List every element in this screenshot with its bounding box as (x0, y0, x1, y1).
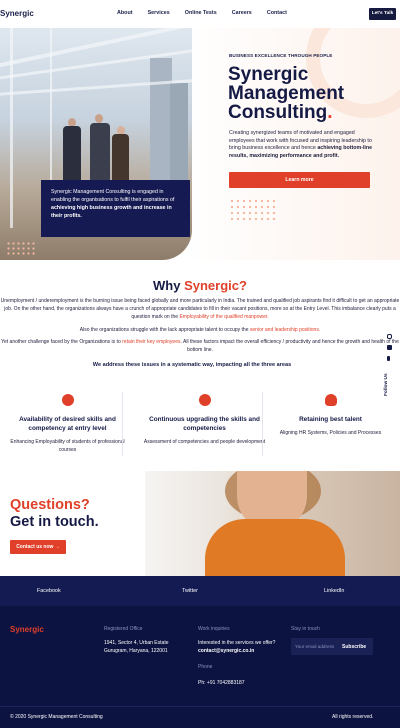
email-input[interactable]: Your email address (295, 644, 334, 649)
instagram-icon[interactable] (387, 334, 392, 339)
address-statement: We address these issues in a systematic … (92, 362, 292, 368)
contact-us-label: Contact us now (16, 544, 54, 550)
work-heading: Work inquiries (198, 626, 230, 632)
hero-eyebrow: BUSINESS EXCELLENCE THROUGH PEOPLE (229, 53, 333, 58)
divider (262, 392, 263, 456)
hero-title-line3: Consulting (228, 102, 328, 123)
why-title-plain: Why (153, 278, 185, 293)
hero-title-line2: Management (228, 83, 345, 104)
nav-services[interactable]: Services (148, 10, 170, 16)
office-line-1: 1941, Sector 4, Urban Estate (104, 640, 169, 646)
hero-card-bold: achieving high business growth and incre… (51, 205, 172, 219)
hero-section: Synergic Management Consulting is engage… (0, 28, 400, 260)
rights-reserved: All rights reserved. (332, 714, 374, 720)
why-p3-text-b: . All these factors impact the overall e… (180, 339, 399, 353)
why-title-accent: Synergic? (184, 278, 247, 293)
why-p2-text: Also the organizations struggle with the… (79, 327, 250, 333)
logo[interactable]: Synergic (0, 9, 34, 18)
feature-desc: Enhancing Employability of students of p… (10, 439, 125, 453)
feature-title: Retaining best talent (299, 416, 362, 423)
feature-desc: Aligning HR Systems, Policies and Proces… (279, 430, 382, 436)
hero-title-dot: . (327, 102, 333, 123)
phone-heading: Phone (198, 664, 213, 670)
dot-pattern-right (229, 198, 277, 224)
nav-careers[interactable]: Careers (232, 10, 252, 16)
why-paragraph-3: Yet another challenge faced by the Organ… (0, 338, 400, 354)
why-p1-highlight[interactable]: Employability of the qualified manpower. (179, 314, 268, 320)
hero-title-line1: Synergic (228, 64, 309, 85)
subscribe-button[interactable]: Subscribe (342, 644, 366, 650)
social-strip: Facebook Twitter LinkedIn (0, 576, 400, 606)
footer-logo[interactable]: Synergic (10, 625, 44, 634)
nav-online-tests[interactable]: Online Tests (185, 10, 217, 16)
twitter-link[interactable]: Twitter (182, 588, 198, 594)
work-inquiries: Interested in the services we offer? con… (198, 639, 275, 655)
footer: Synergic Registered Office 1941, Sector … (0, 606, 400, 728)
why-title: Why Synergic? (0, 278, 400, 293)
office-address: 1941, Sector 4, Urban Estate Gurugram, H… (104, 639, 168, 655)
gear-growth-icon (198, 394, 211, 406)
facebook-icon[interactable] (387, 356, 390, 361)
facebook-link[interactable]: Facebook (37, 588, 61, 594)
feature-title: Availability of desired skills and compe… (19, 416, 116, 432)
feature-card-2: Continuous upgrading the skills and comp… (142, 394, 267, 447)
phone-number[interactable]: Ph: +91 7042883187 (198, 679, 245, 687)
follow-us-label: Follow Us (384, 373, 389, 396)
divider (122, 392, 123, 456)
photo-shirt-shape (205, 519, 345, 576)
brain-icon (61, 394, 74, 406)
contact-us-button[interactable]: Contact us now → (10, 540, 66, 554)
nav-contact[interactable]: Contact (267, 10, 287, 16)
feature-card-1: Availability of desired skills and compe… (5, 394, 130, 454)
side-social-icons (387, 334, 395, 367)
office-line-2: Gurugram, Haryana, 122001 (104, 648, 168, 654)
top-nav: Synergic About Services Online Tests Car… (0, 0, 400, 28)
feature-desc: Assessment of competencies and people de… (143, 439, 266, 445)
lets-talk-button[interactable]: Let's Talk (369, 8, 396, 20)
hero-description: Creating synergized teams of motivated a… (229, 130, 379, 160)
footer-divider (0, 706, 400, 707)
feature-title: Continuous upgrading the skills and comp… (149, 416, 260, 432)
why-p3-highlight[interactable]: retain their key employees (122, 339, 180, 345)
nav-links: About Services Online Tests Careers Cont… (117, 10, 302, 16)
hero-title: Synergic Management Consulting. (228, 65, 393, 122)
arrow-right-icon: → (54, 544, 60, 550)
why-p3-text-a: Yet another challenge faced by the Organ… (1, 339, 123, 345)
hero-info-card: Synergic Management Consulting is engage… (41, 180, 190, 237)
award-icon (324, 394, 337, 406)
learn-more-button[interactable]: Learn more (229, 172, 370, 188)
why-paragraph-2: Also the organizations struggle with the… (0, 326, 400, 334)
copyright: © 2020 Synergic Management Consulting (10, 714, 103, 720)
office-heading: Registered Office (104, 626, 143, 632)
why-p2-highlight[interactable]: senior and leadership positions. (250, 327, 320, 333)
dot-pattern-left (6, 241, 36, 255)
linkedin-link[interactable]: LinkedIn (324, 588, 344, 594)
work-line: Interested in the services we offer? (198, 640, 276, 646)
subscribe-form: Your email address Subscribe (291, 638, 373, 655)
nav-about[interactable]: About (117, 10, 133, 16)
twitter-icon[interactable] (387, 345, 392, 350)
questions-title: Questions? (10, 497, 90, 513)
stay-heading: Stay in touch (291, 626, 320, 632)
why-paragraph-1: Unemployment / underemployment is the bu… (0, 297, 400, 321)
feature-card-3: Retaining best talent Aligning HR System… (268, 394, 393, 438)
work-email[interactable]: contact@synergic.co.in (198, 648, 254, 654)
questions-subtitle: Get in touch. (10, 514, 99, 530)
hero-card-text: Synergic Management Consulting is engage… (51, 189, 175, 203)
